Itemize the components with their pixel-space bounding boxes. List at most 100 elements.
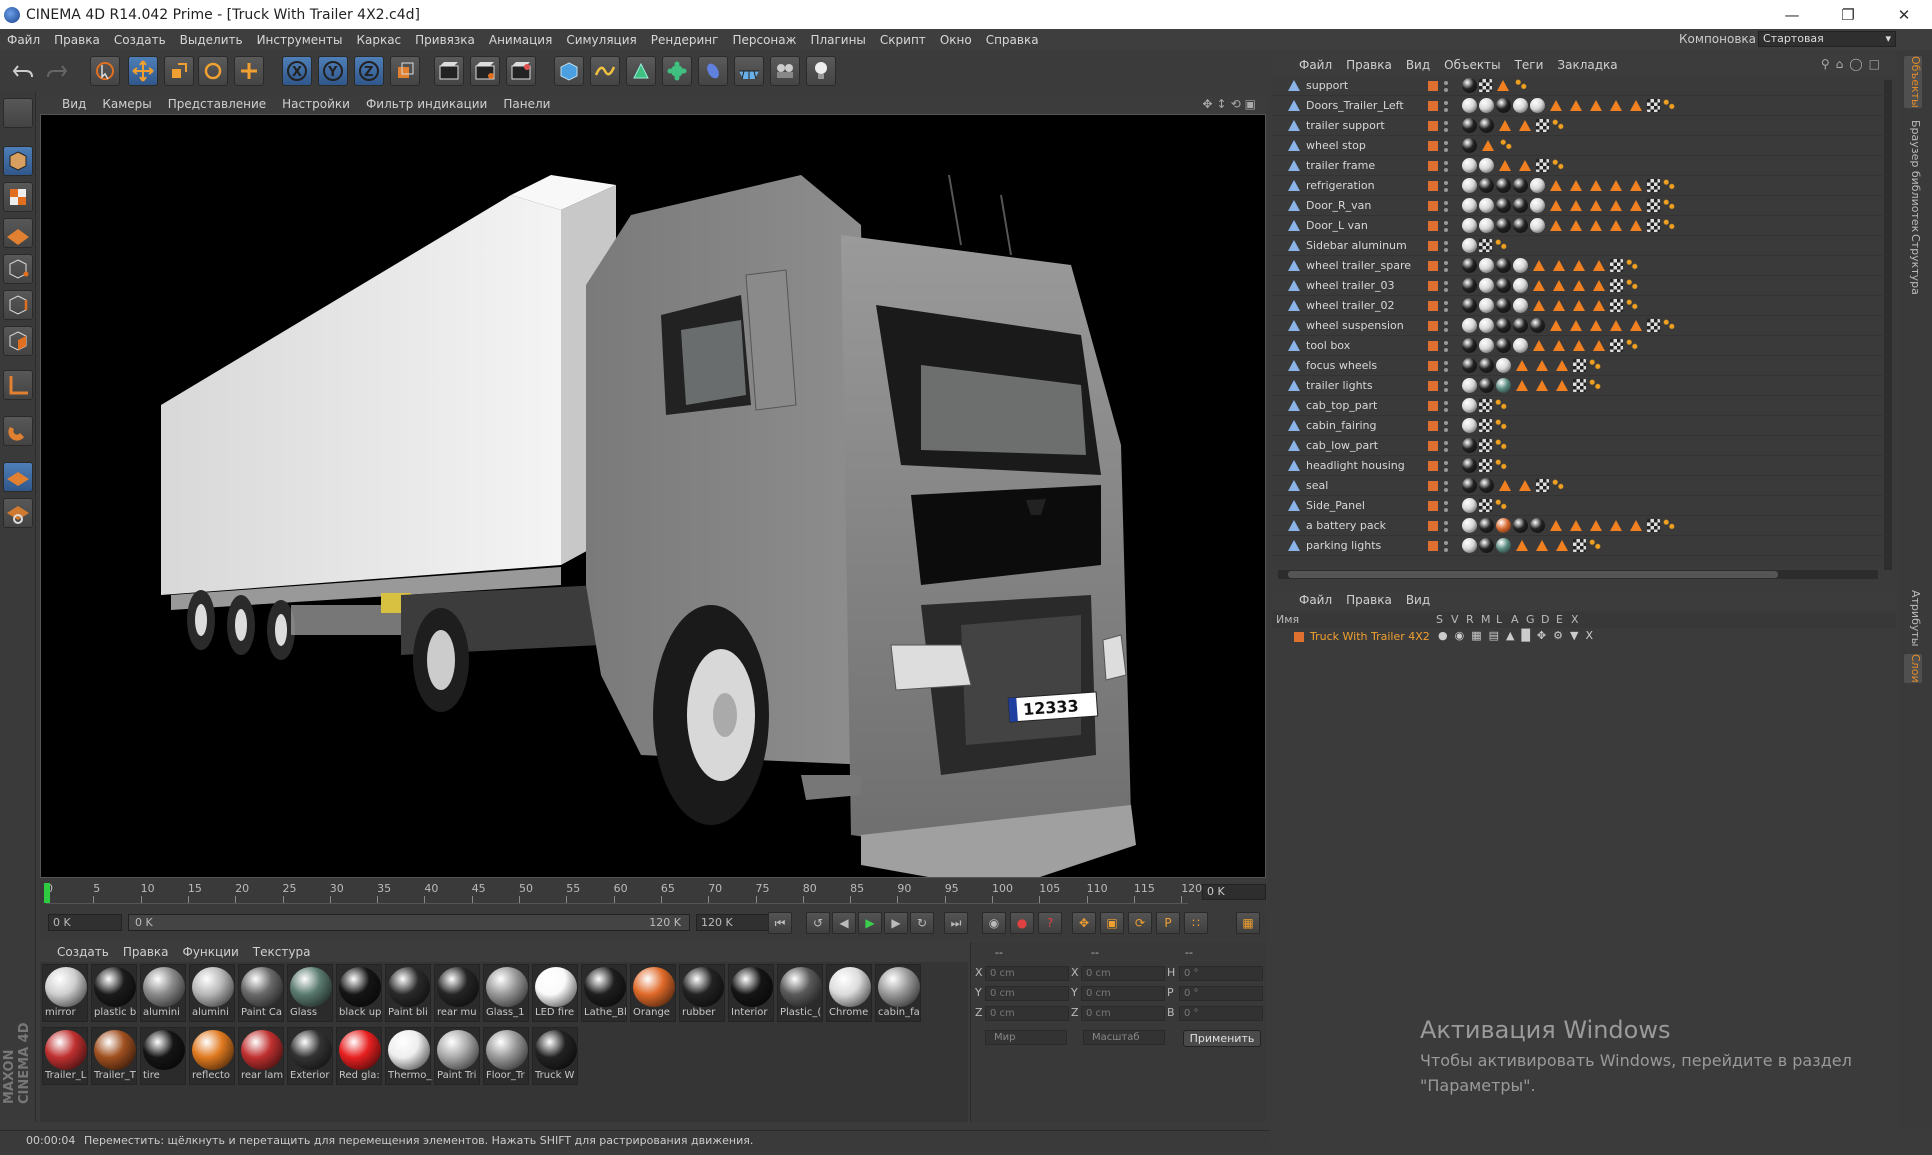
selection-tag-icon[interactable] xyxy=(1588,358,1602,372)
material-menu-edit[interactable]: Правка xyxy=(116,945,176,959)
material-tag-icon[interactable] xyxy=(1530,318,1545,333)
object-name[interactable]: focus wheels xyxy=(1306,359,1377,372)
object-row[interactable]: Door_L van xyxy=(1272,216,1882,236)
object-row[interactable]: trailer frame xyxy=(1272,156,1882,176)
material-tag-icon[interactable] xyxy=(1513,258,1528,273)
object-row[interactable]: Side_Panel xyxy=(1272,496,1882,516)
material-tag-icon[interactable] xyxy=(1462,358,1477,373)
object-name[interactable]: wheel trailer_spare xyxy=(1306,259,1411,272)
layer-color-icon[interactable] xyxy=(1428,281,1438,291)
tab-content-browser[interactable]: Браузер библиотек xyxy=(1904,120,1922,232)
menu-create[interactable]: Создать xyxy=(107,33,173,47)
material-tag-icon[interactable] xyxy=(1479,538,1494,553)
menu-select[interactable]: Выделить xyxy=(173,33,250,47)
texture-tag-icon[interactable] xyxy=(1573,340,1585,351)
layer-column-header[interactable]: A xyxy=(1511,613,1519,626)
visibility-dots-icon[interactable] xyxy=(1444,179,1448,193)
selection-tag-icon[interactable] xyxy=(1662,218,1676,232)
object-row[interactable]: seal xyxy=(1272,476,1882,496)
tab-structure[interactable]: Структура xyxy=(1904,234,1922,295)
layer-color-icon[interactable] xyxy=(1428,421,1438,431)
texture-tag-icon[interactable] xyxy=(1519,120,1531,131)
nurbs-icon[interactable] xyxy=(626,56,656,86)
layer-color-icon[interactable] xyxy=(1428,161,1438,171)
texture-tag-icon[interactable] xyxy=(1550,520,1562,531)
material-tag-icon[interactable] xyxy=(1479,338,1494,353)
visibility-dots-icon[interactable] xyxy=(1444,299,1448,313)
texture-tag-icon[interactable] xyxy=(1630,320,1642,331)
model-mode-icon[interactable] xyxy=(3,146,33,176)
material-tag-icon[interactable] xyxy=(1513,298,1528,313)
object-name[interactable]: Doors_Trailer_Left xyxy=(1306,99,1404,112)
object-name[interactable]: a battery pack xyxy=(1306,519,1386,532)
object-manager-hscrollbar[interactable] xyxy=(1278,570,1878,579)
texture-tag-icon[interactable] xyxy=(1533,340,1545,351)
texture-tag-icon[interactable] xyxy=(1593,340,1605,351)
visibility-dots-icon[interactable] xyxy=(1444,359,1448,373)
material-swatch[interactable]: tire xyxy=(140,1027,186,1085)
texture-tag-icon[interactable] xyxy=(1533,260,1545,271)
layer-color-icon[interactable] xyxy=(1428,81,1438,91)
record-active-icon[interactable]: ● xyxy=(1010,912,1034,934)
objects-menu-view[interactable]: Вид xyxy=(1399,58,1437,72)
material-tag-icon[interactable] xyxy=(1530,178,1545,193)
layer-color-icon[interactable] xyxy=(1428,521,1438,531)
current-frame-field[interactable]: 0 K xyxy=(1202,884,1266,900)
selection-tag-icon[interactable] xyxy=(1494,438,1508,452)
material-tag-icon[interactable] xyxy=(1496,98,1511,113)
material-tag-icon[interactable] xyxy=(1462,458,1477,473)
viewport-menu-options[interactable]: Настройки xyxy=(274,97,358,111)
rot-h-field[interactable]: 0 ° xyxy=(1179,966,1263,981)
material-tag-icon[interactable] xyxy=(1462,158,1477,173)
selection-tag-icon[interactable] xyxy=(1494,498,1508,512)
selection-tag-icon[interactable] xyxy=(1625,258,1639,272)
layer-column-header[interactable]: M xyxy=(1481,613,1491,626)
layers-menu-file[interactable]: Файл xyxy=(1292,593,1339,607)
object-name[interactable]: Sidebar aluminum xyxy=(1306,239,1407,252)
menu-file[interactable]: Файл xyxy=(0,33,47,47)
texture-tag-icon[interactable] xyxy=(1519,160,1531,171)
texture-tag-icon[interactable] xyxy=(1553,300,1565,311)
viewport-menu-filter[interactable]: Фильтр индикации xyxy=(358,97,495,111)
material-tag-icon[interactable] xyxy=(1479,478,1494,493)
tab-layers[interactable]: Слои xyxy=(1904,654,1922,683)
object-row[interactable]: Door_R_van xyxy=(1272,196,1882,216)
material-tag-icon[interactable] xyxy=(1479,118,1494,133)
texture-tag-icon[interactable] xyxy=(1610,320,1622,331)
texture-tag-icon[interactable] xyxy=(1610,100,1622,111)
layer-color-icon[interactable] xyxy=(1428,381,1438,391)
selection-tag-icon[interactable] xyxy=(1662,318,1676,332)
menu-animate[interactable]: Анимация xyxy=(482,33,559,47)
texture-tag-icon[interactable] xyxy=(1610,200,1622,211)
object-row[interactable]: wheel trailer_03 xyxy=(1272,276,1882,296)
camera-icon[interactable] xyxy=(770,56,800,86)
goto-end-icon[interactable]: ⏭ xyxy=(944,912,968,934)
selection-tag-icon[interactable] xyxy=(1499,138,1513,152)
menu-window[interactable]: Окно xyxy=(933,33,979,47)
material-menu-texture[interactable]: Текстура xyxy=(246,945,318,959)
objects-menu-edit[interactable]: Правка xyxy=(1339,58,1399,72)
rot-b-field[interactable]: 0 ° xyxy=(1179,1006,1263,1021)
material-swatch[interactable]: Interior xyxy=(728,964,774,1022)
record-keys-icon[interactable]: ◉ xyxy=(982,912,1006,934)
material-tag-icon[interactable] xyxy=(1479,298,1494,313)
layer-row[interactable]: Truck With Trailer 4X2 ●◉▦▤▲█✥⚙▼X xyxy=(1272,628,1896,644)
texture-tag-icon[interactable] xyxy=(1570,220,1582,231)
object-row[interactable]: wheel stop xyxy=(1272,136,1882,156)
texture-tag-icon[interactable] xyxy=(1482,140,1494,151)
uvw-tag-icon[interactable] xyxy=(1610,339,1623,352)
spline-icon[interactable] xyxy=(590,56,620,86)
locked-workplane-icon[interactable] xyxy=(3,498,33,528)
menu-plugins[interactable]: Плагины xyxy=(803,33,872,47)
rotate-tool-icon[interactable] xyxy=(198,56,228,86)
material-swatch[interactable]: Paint Tri xyxy=(434,1027,480,1085)
visibility-dots-icon[interactable] xyxy=(1444,199,1448,213)
material-tag-icon[interactable] xyxy=(1462,258,1477,273)
material-tag-icon[interactable] xyxy=(1479,358,1494,373)
material-tag-icon[interactable] xyxy=(1513,178,1528,193)
light-icon[interactable] xyxy=(806,56,836,86)
material-tag-icon[interactable] xyxy=(1513,338,1528,353)
visibility-dots-icon[interactable] xyxy=(1444,99,1448,113)
texture-tag-icon[interactable] xyxy=(1516,380,1528,391)
texture-tag-icon[interactable] xyxy=(1550,320,1562,331)
